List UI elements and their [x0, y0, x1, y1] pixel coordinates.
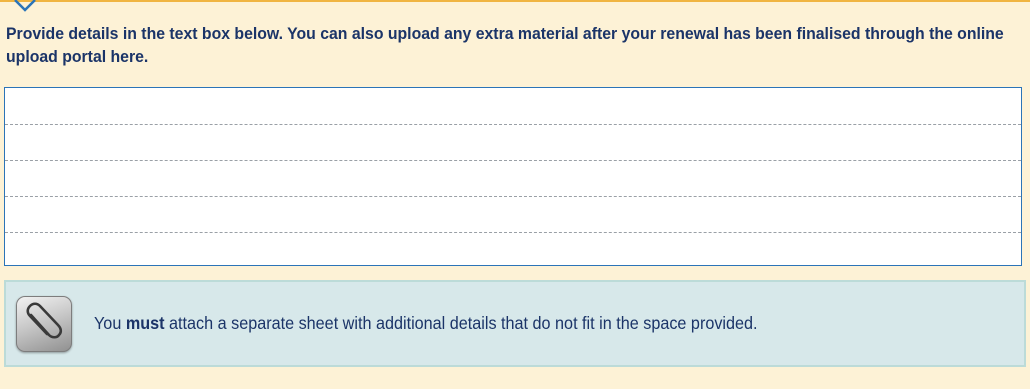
details-textarea[interactable] [4, 87, 1022, 266]
instruction-text: Provide details in the text box below. Y… [6, 24, 1004, 66]
chevron-down-icon [14, 0, 36, 12]
paperclip-icon [16, 296, 72, 352]
ruled-line [5, 232, 1021, 233]
note-text: You must attach a separate sheet with ad… [94, 313, 758, 333]
attachment-note: You must attach a separate sheet with ad… [4, 280, 1026, 367]
ruled-line [5, 196, 1021, 197]
ruled-line [5, 160, 1021, 161]
ruled-line [5, 124, 1021, 125]
note-emphasis: must [125, 313, 165, 333]
top-divider [0, 0, 1030, 2]
